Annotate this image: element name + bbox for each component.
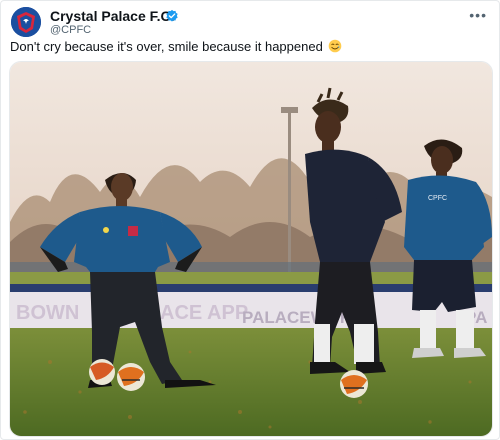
ball-center (340, 370, 368, 398)
author-handle[interactable]: @CPFC (50, 24, 91, 36)
tweet-text: Don't cry because it's over, smile becau… (10, 39, 489, 55)
author-name[interactable]: Crystal Palace F.C. (50, 8, 175, 24)
more-options-icon[interactable]: ••• (469, 7, 487, 23)
tweet-text-body: Don't cry because it's over, smile becau… (10, 39, 323, 54)
shirt-crest-text: CPFC (428, 195, 447, 202)
tweet-card[interactable]: Crystal Palace F.C. @CPFC ••• Don't cry … (0, 0, 500, 440)
board-text-mid: ACE APP (160, 302, 248, 324)
crest-logo-icon (11, 7, 41, 37)
author-avatar[interactable] (11, 7, 41, 37)
tweet-photo[interactable]: BOWN ACE APP PALACEWORLD PA CPFC (9, 61, 493, 437)
smiling-tear-emoji-icon (329, 39, 342, 53)
board-text-left: BOWN (16, 302, 79, 324)
pitch (10, 328, 492, 436)
training-photo: BOWN ACE APP PALACEWORLD PA CPFC (10, 62, 492, 436)
verified-badge-icon (166, 9, 178, 22)
